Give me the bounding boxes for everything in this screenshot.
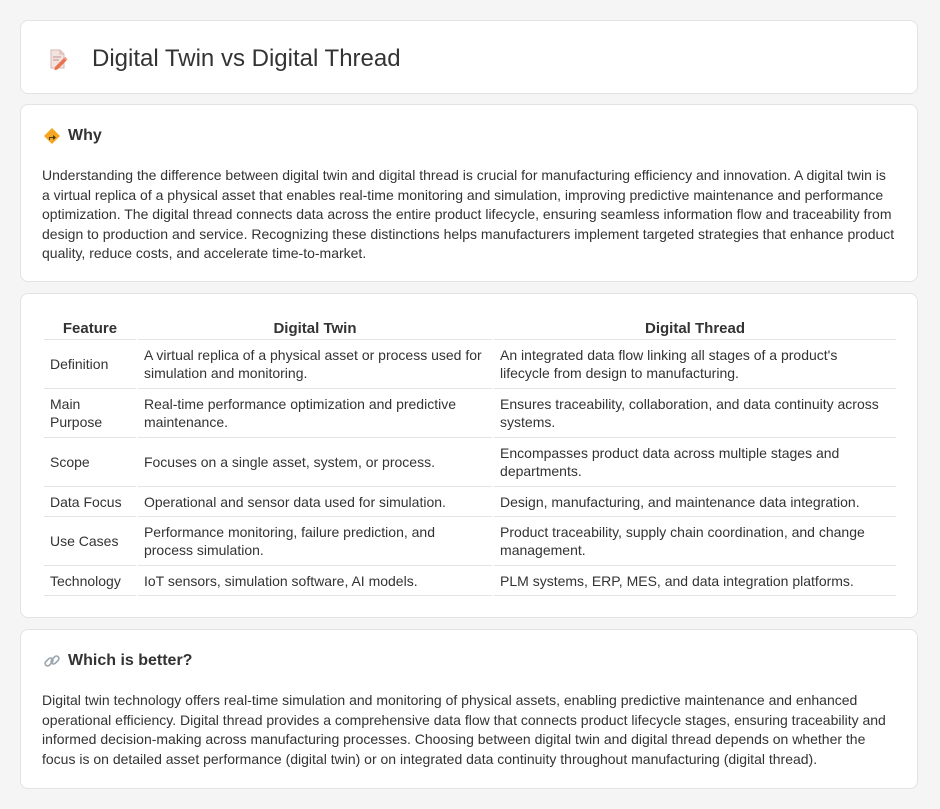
digital-twin-cell: Focuses on a single asset, system, or pr… [137, 438, 493, 487]
digital-thread-cell: Encompasses product data across multiple… [494, 438, 896, 487]
digital-thread-cell: Design, manufacturing, and maintenance d… [494, 487, 896, 517]
table-row: Scope Focuses on a single asset, system,… [44, 438, 896, 487]
why-heading: Why [68, 127, 102, 144]
better-heading-row: Which is better? [43, 650, 192, 672]
better-heading: Which is better? [68, 652, 193, 669]
digital-twin-cell: IoT sensors, simulation software, AI mod… [137, 566, 493, 596]
table-header-row: Feature Digital Twin Digital Thread [44, 315, 896, 340]
page-title: Digital Twin vs Digital Thread [92, 45, 401, 72]
why-section: Why Understanding the difference between… [20, 104, 918, 282]
why-heading-row: Why [43, 125, 102, 147]
link-icon [44, 655, 60, 667]
document-pencil-icon [50, 49, 68, 70]
diamond-sign-icon [44, 128, 60, 144]
title-card: Digital Twin vs Digital Thread [20, 20, 918, 94]
table-row: Data Focus Operational and sensor data u… [44, 487, 896, 517]
table-row: Use Cases Performance monitoring, failur… [44, 517, 896, 566]
comparison-table: Feature Digital Twin Digital Thread Defi… [42, 315, 898, 596]
which-is-better-section: Which is better? Digital twin technology… [20, 629, 918, 789]
feature-cell: Technology [44, 566, 136, 596]
header-digital-thread: Digital Thread [494, 315, 896, 340]
digital-twin-cell: Performance monitoring, failure predicti… [137, 517, 493, 566]
header-feature: Feature [44, 315, 136, 340]
table-row: Definition A virtual replica of a physic… [44, 340, 896, 389]
table-row: Main Purpose Real-time performance optim… [44, 389, 896, 438]
comparison-section: Feature Digital Twin Digital Thread Defi… [20, 293, 918, 618]
digital-thread-cell: PLM systems, ERP, MES, and data integrat… [494, 566, 896, 596]
feature-cell: Use Cases [44, 517, 136, 566]
table-row: Technology IoT sensors, simulation softw… [44, 566, 896, 596]
digital-twin-cell: A virtual replica of a physical asset or… [137, 340, 493, 389]
feature-cell: Main Purpose [44, 389, 136, 438]
better-paragraph: Digital twin technology offers real-time… [42, 692, 886, 767]
header-digital-twin: Digital Twin [137, 315, 493, 340]
feature-cell: Definition [44, 340, 136, 389]
digital-twin-cell: Real-time performance optimization and p… [137, 389, 493, 438]
why-paragraph: Understanding the difference between dig… [42, 167, 895, 262]
feature-cell: Scope [44, 438, 136, 487]
digital-thread-cell: An integrated data flow linking all stag… [494, 340, 896, 389]
feature-cell: Data Focus [44, 487, 136, 517]
digital-thread-cell: Product traceability, supply chain coord… [494, 517, 896, 566]
digital-twin-cell: Operational and sensor data used for sim… [137, 487, 493, 517]
digital-thread-cell: Ensures traceability, collaboration, and… [494, 389, 896, 438]
